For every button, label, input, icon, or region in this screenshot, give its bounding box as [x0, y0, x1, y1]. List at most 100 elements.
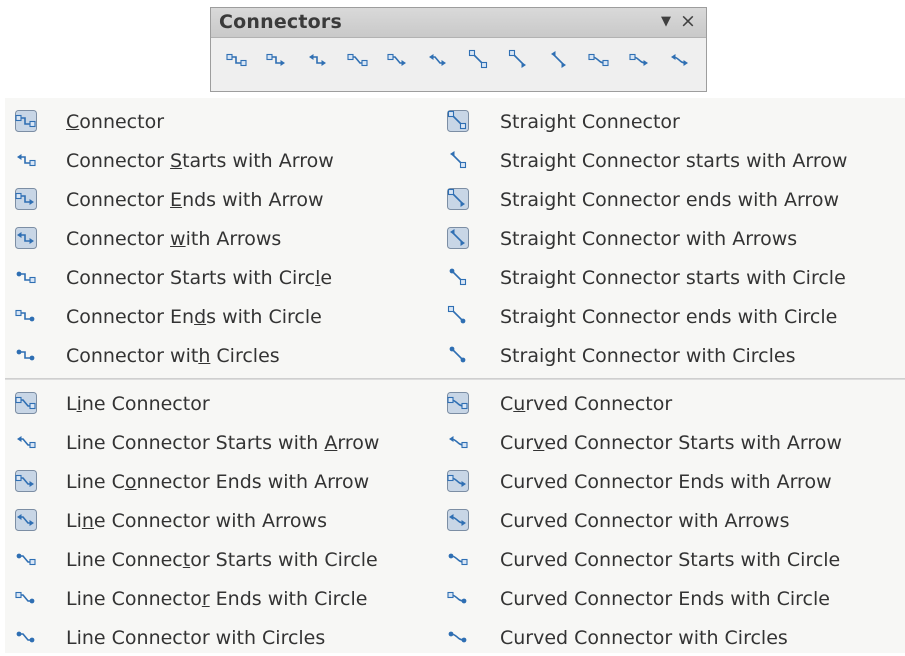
menu-item-label: Curved Connector with Circles — [500, 626, 788, 649]
menu-item-label: Curved Connector with Arrows — [500, 509, 790, 532]
curved-connector-circles-icon — [447, 626, 469, 648]
toolbar-curved-connector-arrows-button[interactable] — [662, 44, 698, 80]
line-connector-starts-arrow-icon — [15, 431, 37, 453]
menu-item-curved-connector-ends-arrow[interactable]: Curved Connector Ends with Arrow — [443, 463, 905, 500]
menu-item-line-connector-starts-circle[interactable]: Line Connector Starts with Circle — [5, 541, 445, 578]
menu-item-connector-ends-arrow[interactable]: Connector Ends with Arrow — [5, 181, 445, 218]
curved-connector-ends-arrow-icon — [447, 470, 469, 492]
straight-connector-arrows-icon — [548, 49, 570, 75]
menu-item-label: Connector Starts with Circle — [66, 266, 333, 289]
connector-icon — [15, 110, 37, 132]
menu-item-line-connector-ends-circle[interactable]: Line Connector Ends with Circle — [5, 580, 445, 617]
toolbar-curved-connector-ends-arrow-button[interactable] — [622, 44, 658, 80]
line-connector-icon — [347, 49, 369, 75]
menu-separator — [443, 378, 905, 380]
toolbar-titlebar[interactable]: Connectors ▼ × — [211, 8, 706, 38]
menu-item-connector[interactable]: Connector — [5, 103, 445, 140]
connector-circles-icon — [15, 344, 37, 366]
connector-arrows-icon — [15, 227, 37, 249]
close-icon[interactable]: × — [679, 11, 697, 31]
toolbar-curved-connector-button[interactable] — [581, 44, 617, 80]
menu-item-straight-connector-ends-arrow[interactable]: Straight Connector ends with Arrow — [443, 181, 905, 218]
line-connector-ends-circle-icon — [15, 587, 37, 609]
menu-item-label: Straight Connector — [500, 110, 680, 133]
curved-connector-arrows-icon — [447, 509, 469, 531]
toolbar-connector-arrows-button[interactable] — [300, 44, 336, 80]
menu-item-straight-connector-starts-circle[interactable]: Straight Connector starts with Circle — [443, 259, 905, 296]
menu-item-label: Connector with Arrows — [66, 227, 282, 250]
curved-connector-starts-arrow-icon — [447, 431, 469, 453]
connector-icon — [226, 49, 248, 75]
menu-item-label: Connector — [66, 110, 165, 133]
toolbar-straight-connector-arrows-button[interactable] — [541, 44, 577, 80]
menu-item-curved-connector[interactable]: Curved Connector — [443, 385, 905, 422]
menu-item-curved-connector-ends-circle[interactable]: Curved Connector Ends with Circle — [443, 580, 905, 617]
line-connector-arrows-icon — [427, 49, 449, 75]
toolbar-menu-icon[interactable]: ▼ — [658, 14, 674, 30]
menu-item-line-connector[interactable]: Line Connector — [5, 385, 445, 422]
menu-item-straight-connector-arrows[interactable]: Straight Connector with Arrows — [443, 220, 905, 257]
curved-connector-ends-arrow-icon — [629, 49, 651, 75]
connector-starts-arrow-icon — [15, 149, 37, 171]
menu-item-label: Curved Connector — [500, 392, 673, 415]
toolbar-line-connector-ends-arrow-button[interactable] — [380, 44, 416, 80]
toolbar-straight-connector-button[interactable] — [461, 44, 497, 80]
menu-item-label: Line Connector Starts with Circle — [66, 548, 378, 571]
menu-item-curved-connector-circles[interactable]: Curved Connector with Circles — [443, 619, 905, 656]
toolbar-connector-button[interactable] — [219, 44, 255, 80]
toolbar-straight-connector-ends-arrow-button[interactable] — [501, 44, 537, 80]
line-connector-ends-arrow-icon — [15, 470, 37, 492]
straight-connector-ends-arrow-icon — [447, 188, 469, 210]
menu-item-label: Line Connector Ends with Circle — [66, 587, 368, 610]
menu-item-label: Straight Connector ends with Circle — [500, 305, 838, 328]
menu-item-straight-connector-starts-arrow[interactable]: Straight Connector starts with Arrow — [443, 142, 905, 179]
menu-item-label: Curved Connector Starts with Circle — [500, 548, 841, 571]
menu-item-label: Curved Connector Ends with Circle — [500, 587, 830, 610]
straight-connector-icon — [468, 49, 490, 75]
line-connector-ends-arrow-icon — [387, 49, 409, 75]
menu-item-line-connector-circles[interactable]: Line Connector with Circles — [5, 619, 445, 656]
toolbar-title: Connectors — [219, 11, 343, 33]
toolbar-button-row — [219, 42, 698, 82]
menu-item-curved-connector-starts-arrow[interactable]: Curved Connector Starts with Arrow — [443, 424, 905, 461]
curved-connector-arrows-icon — [669, 49, 691, 75]
curved-connector-icon — [588, 49, 610, 75]
menu-item-connector-starts-circle[interactable]: Connector Starts with Circle — [5, 259, 445, 296]
menu-item-connector-ends-circle[interactable]: Connector Ends with Circle — [5, 298, 445, 335]
line-connector-circles-icon — [15, 626, 37, 648]
menu-item-connector-starts-arrow[interactable]: Connector Starts with Arrow — [5, 142, 445, 179]
menu-item-label: Connector Ends with Arrow — [66, 188, 324, 211]
line-connector-icon — [15, 392, 37, 414]
menu-item-label: Straight Connector ends with Arrow — [500, 188, 839, 211]
connector-menu-left: Connector Connector Starts with Arrow Conn… — [5, 98, 445, 653]
connector-menu-right: Straight Connector Straight Connector sta… — [443, 98, 905, 653]
menu-item-label: Connector Starts with Arrow — [66, 149, 334, 172]
straight-connector-starts-arrow-icon — [447, 149, 469, 171]
straight-connector-icon — [447, 110, 469, 132]
toolbar-connector-ends-arrow-button[interactable] — [259, 44, 295, 80]
menu-item-straight-connector[interactable]: Straight Connector — [443, 103, 905, 140]
menu-item-connector-circles[interactable]: Connector with Circles — [5, 337, 445, 374]
curved-connector-ends-circle-icon — [447, 587, 469, 609]
menu-item-line-connector-arrows[interactable]: Line Connector with Arrows — [5, 502, 445, 539]
menu-item-label: Connector Ends with Circle — [66, 305, 322, 328]
menu-item-line-connector-ends-arrow[interactable]: Line Connector Ends with Arrow — [5, 463, 445, 500]
menu-item-straight-connector-ends-circle[interactable]: Straight Connector ends with Circle — [443, 298, 905, 335]
menu-item-label: Curved Connector Starts with Arrow — [500, 431, 842, 454]
menu-item-curved-connector-arrows[interactable]: Curved Connector with Arrows — [443, 502, 905, 539]
menu-item-straight-connector-circles[interactable]: Straight Connector with Circles — [443, 337, 905, 374]
menu-item-line-connector-starts-arrow[interactable]: Line Connector Starts with Arrow — [5, 424, 445, 461]
menu-item-label: Line Connector with Arrows — [66, 509, 327, 532]
line-connector-starts-circle-icon — [15, 548, 37, 570]
menu-item-label: Straight Connector with Arrows — [500, 227, 798, 250]
menu-item-label: Straight Connector with Circles — [500, 344, 796, 367]
straight-connector-arrows-icon — [447, 227, 469, 249]
toolbar-line-connector-arrows-button[interactable] — [420, 44, 456, 80]
menu-item-connector-arrows[interactable]: Connector with Arrows — [5, 220, 445, 257]
toolbar-line-connector-button[interactable] — [340, 44, 376, 80]
connector-starts-circle-icon — [15, 266, 37, 288]
connector-ends-circle-icon — [15, 305, 37, 327]
menu-item-curved-connector-starts-circle[interactable]: Curved Connector Starts with Circle — [443, 541, 905, 578]
connector-arrows-icon — [307, 49, 329, 75]
line-connector-arrows-icon — [15, 509, 37, 531]
